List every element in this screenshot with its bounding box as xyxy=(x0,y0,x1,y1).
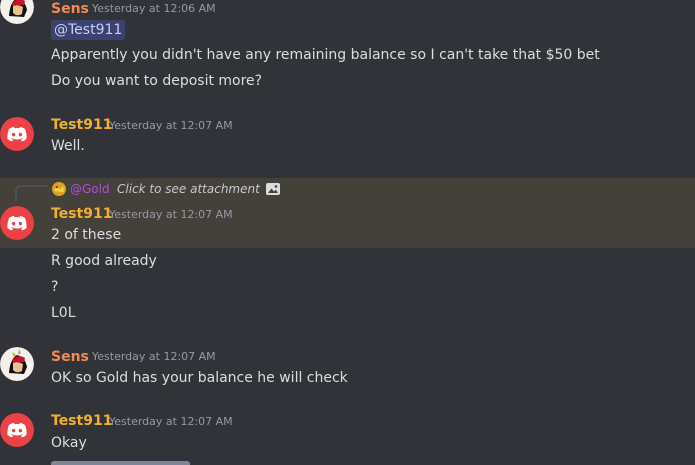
author-name[interactable]: Test911 xyxy=(51,205,112,223)
message-group: Sens Yesterday at 12:06 AM @Test911 Appa… xyxy=(0,0,695,100)
discord-avatar-icon[interactable] xyxy=(0,413,34,447)
message-text: R good already xyxy=(51,253,157,269)
sens-avatar[interactable] xyxy=(0,347,34,381)
author-name[interactable]: Sens xyxy=(51,0,89,18)
message-text: Apparently you didn't have any remaining… xyxy=(51,47,600,63)
image-icon[interactable] xyxy=(265,181,281,197)
message-text: Okay xyxy=(51,435,87,451)
reply-connector xyxy=(15,185,47,201)
message-text: ? xyxy=(51,279,59,295)
user-mention[interactable]: @Test911 xyxy=(51,20,126,40)
message-text: 2 of these xyxy=(51,227,122,243)
author-name[interactable]: Sens xyxy=(51,348,89,366)
gold-avatar-icon[interactable] xyxy=(51,181,67,197)
message-text: OK so Gold has your balance he will chec… xyxy=(51,370,348,386)
message-timestamp: Yesterday at 12:06 AM xyxy=(92,2,216,15)
message-text: Well. xyxy=(51,138,85,154)
attachment-preview[interactable] xyxy=(51,461,190,465)
message-timestamp: Yesterday at 12:07 AM xyxy=(109,208,233,221)
reply-author-mention[interactable]: @Gold xyxy=(70,181,110,197)
chat-message-list: Sens Yesterday at 12:06 AM @Test911 Appa… xyxy=(0,0,695,465)
message-text: Do you want to deposit more? xyxy=(51,73,263,89)
message-timestamp: Yesterday at 12:07 AM xyxy=(92,350,216,363)
author-name[interactable]: Test911 xyxy=(51,412,112,430)
discord-avatar-icon[interactable] xyxy=(0,206,34,240)
message-text: L0L xyxy=(51,305,76,321)
message-timestamp: Yesterday at 12:07 AM xyxy=(109,119,233,132)
author-name[interactable]: Test911 xyxy=(51,116,112,134)
reply-preview-text[interactable]: Click to see attachment xyxy=(117,181,260,197)
discord-avatar-icon[interactable] xyxy=(0,117,34,151)
message-timestamp: Yesterday at 12:07 AM xyxy=(109,415,233,428)
sens-avatar[interactable] xyxy=(0,0,34,24)
